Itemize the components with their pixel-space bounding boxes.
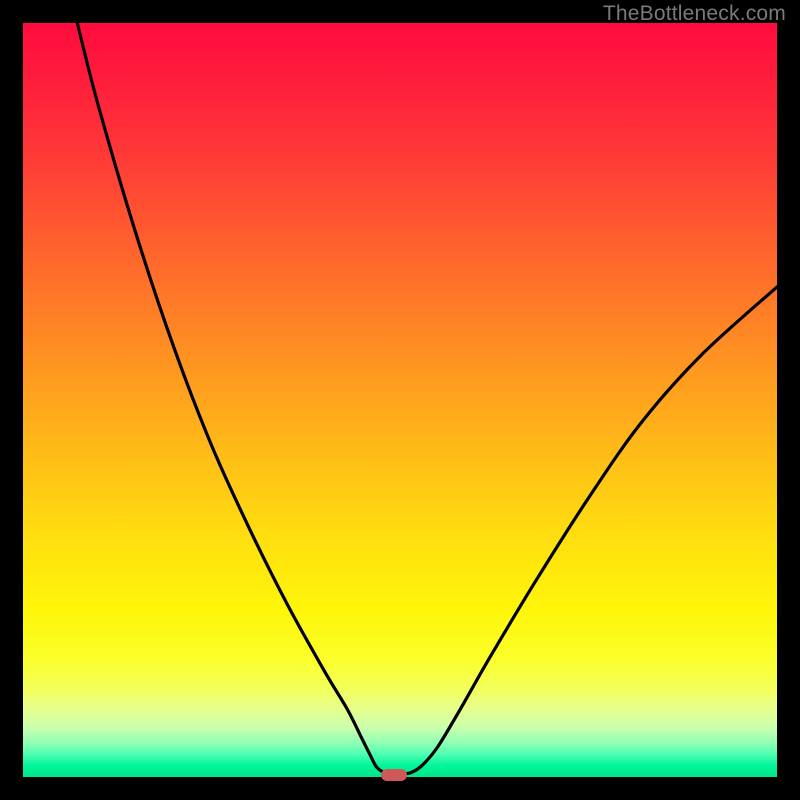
watermark-text: TheBottleneck.com [603,2,786,26]
optimal-marker [381,769,407,781]
chart-frame: TheBottleneck.com [0,0,800,800]
bottleneck-curve-path [77,23,777,774]
bottleneck-curve [23,23,777,777]
